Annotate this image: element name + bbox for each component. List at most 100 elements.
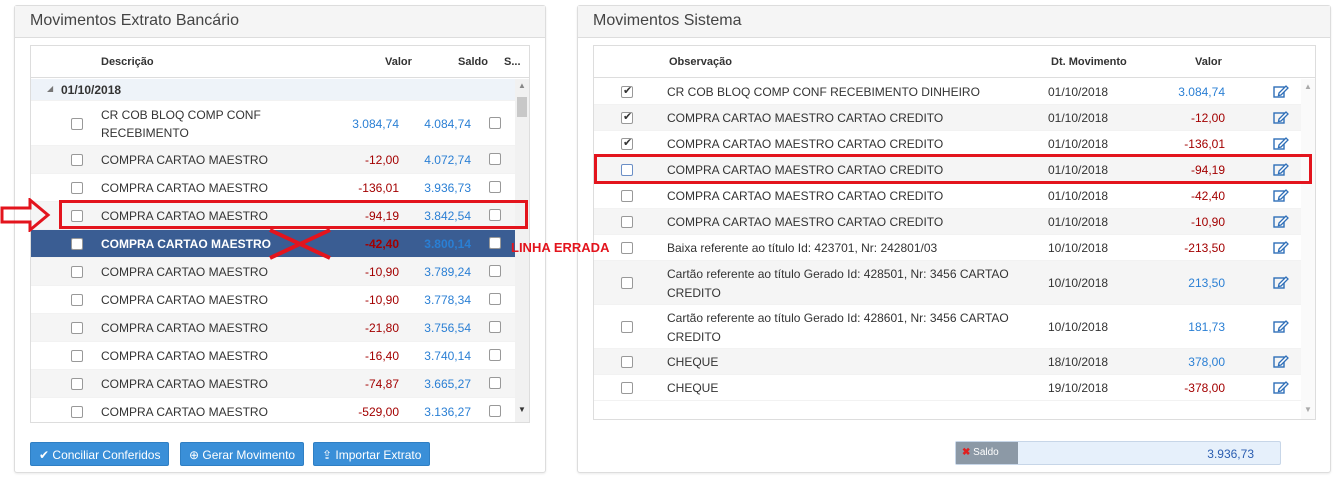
row-checkbox[interactable] — [71, 238, 83, 250]
saldo-value: 3.936,73 — [1207, 447, 1254, 461]
row-checkbox[interactable] — [621, 321, 633, 333]
row-conferido-checkbox[interactable] — [489, 153, 501, 165]
row-dt-movimento: 10/10/2018 — [1048, 241, 1109, 255]
row-conferido-checkbox[interactable] — [489, 117, 501, 129]
row-checkbox[interactable] — [621, 136, 633, 150]
row-descricao: COMPRA CARTAO MAESTRO — [101, 237, 271, 251]
sistema-row[interactable]: Cartão referente ao título Gerado Id: 42… — [594, 261, 1315, 305]
row-conferido-checkbox[interactable] — [489, 181, 501, 193]
col-saldo[interactable]: Saldo — [458, 56, 488, 68]
row-valor: -10,90 — [364, 265, 399, 279]
sistema-row[interactable]: CHEQUE 18/10/2018 378,00 — [594, 349, 1315, 375]
conciliar-conferidos-button[interactable]: ✔ Conciliar Conferidos — [30, 442, 170, 466]
check-icon: ✔ — [39, 448, 50, 462]
col-dt-movimento[interactable]: Dt. Movimento — [1051, 56, 1127, 68]
row-checkbox[interactable] — [621, 242, 633, 254]
extrato-row[interactable]: COMPRA CARTAO MAESTRO -74,87 3.665,27 — [31, 370, 529, 398]
extrato-row[interactable]: COMPRA CARTAO MAESTRO -529,00 3.136,27 — [31, 398, 529, 422]
row-observacao-cont: CREDITO — [667, 330, 721, 344]
edit-icon[interactable] — [1273, 84, 1289, 98]
extrato-row[interactable]: COMPRA CARTAO MAESTRO -16,40 3.740,14 — [31, 342, 529, 370]
extrato-row[interactable]: COMPRA CARTAO MAESTRO -12,00 4.072,74 — [31, 146, 529, 174]
row-checkbox[interactable] — [71, 266, 83, 278]
row-conferido-checkbox[interactable] — [489, 405, 501, 417]
col-s[interactable]: S... — [504, 56, 521, 68]
row-checkbox[interactable] — [621, 110, 633, 124]
row-checkbox[interactable] — [621, 277, 633, 289]
row-valor: -136,01 — [1184, 137, 1225, 151]
highlight-box-left — [59, 200, 528, 229]
sistema-row[interactable]: COMPRA CARTAO MAESTRO CARTAO CREDITO 01/1… — [594, 209, 1315, 235]
row-checkbox[interactable] — [621, 216, 633, 228]
row-conferido-checkbox[interactable] — [489, 377, 501, 389]
scroll-up-arrow-icon[interactable]: ▲ — [518, 81, 526, 90]
edit-icon[interactable] — [1273, 275, 1289, 289]
row-descricao: CR COB BLOQ COMP CONF — [101, 108, 261, 122]
edit-icon[interactable] — [1273, 354, 1289, 368]
row-observacao: CR COB BLOQ COMP CONF RECEBIMENTO DINHEI… — [667, 85, 980, 99]
row-saldo: 3.936,73 — [424, 181, 471, 195]
edit-icon[interactable] — [1273, 110, 1289, 124]
extrato-row[interactable]: CR COB BLOQ COMP CONF RECEBIMENTO 3.084,74… — [31, 102, 529, 146]
row-descricao-cont: RECEBIMENTO — [101, 126, 189, 140]
edit-icon[interactable] — [1273, 136, 1289, 150]
collapse-triangle-icon[interactable]: ◢ — [47, 84, 53, 93]
row-checkbox[interactable] — [621, 356, 633, 368]
col-valor[interactable]: Valor — [385, 56, 412, 68]
sistema-row[interactable]: COMPRA CARTAO MAESTRO CARTAO CREDITO 01/1… — [594, 183, 1315, 209]
row-checkbox[interactable] — [71, 154, 83, 166]
row-checkbox[interactable] — [621, 190, 633, 202]
row-checkbox[interactable] — [71, 350, 83, 362]
sistema-row[interactable]: CHEQUE 19/10/2018 -378,00 — [594, 375, 1315, 401]
sistema-scrollbar[interactable]: ▲ ▼ — [1301, 79, 1315, 419]
col-descricao[interactable]: Descrição — [101, 56, 154, 68]
scroll-thumb[interactable] — [517, 97, 527, 117]
row-conferido-checkbox[interactable] — [489, 237, 501, 249]
edit-icon[interactable] — [1273, 214, 1289, 228]
row-observacao: Baixa referente ao título Id: 423701, Nr… — [667, 241, 938, 255]
gerar-movimento-button[interactable]: ⊕ Gerar Movimento — [180, 442, 305, 466]
col-valor[interactable]: Valor — [1195, 56, 1222, 68]
edit-icon[interactable] — [1273, 319, 1289, 333]
row-valor: -16,40 — [364, 349, 399, 363]
importar-extrato-button[interactable]: ⇪ Importar Extrato — [313, 442, 431, 466]
edit-icon[interactable] — [1273, 240, 1289, 254]
row-checkbox[interactable] — [621, 382, 633, 394]
row-conferido-checkbox[interactable] — [489, 265, 501, 277]
row-checkbox[interactable] — [71, 182, 83, 194]
row-checkbox[interactable] — [71, 118, 83, 130]
saldo-field: ✖ Saldo 3.936,73 — [955, 441, 1281, 465]
group-row-date[interactable]: ◢ 01/10/2018 — [31, 79, 529, 101]
row-conferido-checkbox[interactable] — [489, 293, 501, 305]
row-observacao: COMPRA CARTAO MAESTRO CARTAO CREDITO — [667, 137, 944, 151]
edit-icon[interactable] — [1273, 188, 1289, 202]
edit-icon[interactable] — [1273, 380, 1289, 394]
sistema-row[interactable]: Baixa referente ao título Id: 423701, Nr… — [594, 235, 1315, 261]
scroll-down-arrow-icon[interactable]: ▼ — [1304, 405, 1312, 414]
sistema-row[interactable]: CR COB BLOQ COMP CONF RECEBIMENTO DINHEI… — [594, 79, 1315, 105]
extrato-row[interactable]: COMPRA CARTAO MAESTRO -10,90 3.778,34 — [31, 286, 529, 314]
col-observacao[interactable]: Observação — [669, 56, 732, 68]
sistema-grid-header: Observação Dt. Movimento Valor — [594, 46, 1315, 78]
row-conferido-checkbox[interactable] — [489, 321, 501, 333]
row-observacao: Cartão referente ao título Gerado Id: 42… — [667, 311, 1009, 325]
extrato-row[interactable]: COMPRA CARTAO MAESTRO -21,80 3.756,54 — [31, 314, 529, 342]
row-checkbox[interactable] — [71, 322, 83, 334]
sistema-row[interactable]: Cartão referente ao título Gerado Id: 42… — [594, 305, 1315, 349]
row-checkbox[interactable] — [71, 406, 83, 418]
row-saldo: 3.665,27 — [424, 377, 471, 391]
row-dt-movimento: 01/10/2018 — [1048, 189, 1109, 203]
row-valor: -10,90 — [364, 293, 399, 307]
row-saldo: 4.072,74 — [424, 153, 471, 167]
row-descricao: COMPRA CARTAO MAESTRO — [101, 265, 268, 279]
row-checkbox[interactable] — [71, 378, 83, 390]
scroll-up-arrow-icon[interactable]: ▲ — [1304, 82, 1312, 91]
row-valor: -213,50 — [1184, 241, 1225, 255]
row-checkbox[interactable] — [621, 84, 633, 98]
sistema-row[interactable]: COMPRA CARTAO MAESTRO CARTAO CREDITO 01/1… — [594, 105, 1315, 131]
row-conferido-checkbox[interactable] — [489, 349, 501, 361]
extrato-row[interactable]: COMPRA CARTAO MAESTRO -136,01 3.936,73 — [31, 174, 529, 202]
extrato-row[interactable]: COMPRA CARTAO MAESTRO -10,90 3.789,24 — [31, 258, 529, 286]
row-checkbox[interactable] — [71, 294, 83, 306]
scroll-down-arrow-icon[interactable]: ▼ — [518, 405, 526, 414]
